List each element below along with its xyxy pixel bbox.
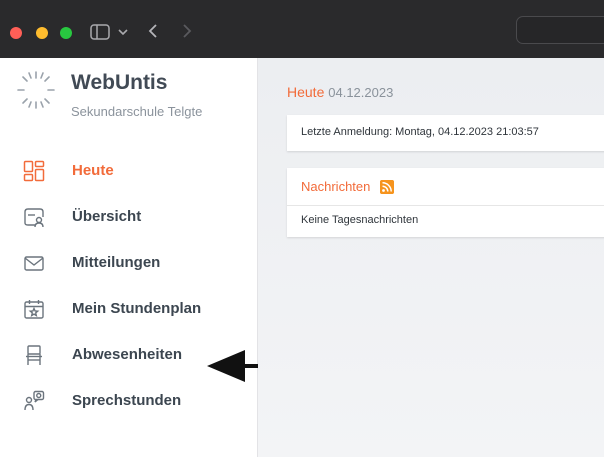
sidebar-item-sprechstunden[interactable]: Sprechstunden — [0, 384, 257, 418]
news-empty-text: Keine Tagesnachrichten — [301, 214, 419, 226]
envelope-icon — [24, 256, 44, 271]
sidebar-item-label: Abwesenheiten — [72, 346, 183, 363]
sidebar-toggle-icon[interactable] — [90, 24, 110, 40]
sidebar-item-ubersicht[interactable]: Übersicht — [0, 200, 257, 234]
main-content: Heute 04.12.2023 Letzte Anmeldung: Monta… — [258, 58, 604, 457]
page-title-label: Heute — [287, 84, 325, 100]
chair-icon — [26, 345, 42, 365]
sidebar-item-label: Übersicht — [72, 208, 142, 225]
close-window-button[interactable] — [10, 27, 22, 39]
page-title: Heute 04.12.2023 — [287, 84, 393, 100]
window-titlebar — [0, 0, 604, 58]
chevron-down-icon[interactable] — [118, 28, 128, 36]
last-login-card: Letzte Anmeldung: Montag, 04.12.2023 21:… — [287, 115, 604, 151]
calendar-star-icon — [24, 300, 44, 319]
zoom-window-button[interactable] — [60, 27, 72, 39]
news-card: Nachrichten Keine Tagesnachrichten — [287, 168, 604, 237]
news-title[interactable]: Nachrichten — [301, 179, 370, 194]
sidebar-item-heute[interactable]: Heute — [0, 154, 257, 188]
profile-card-icon — [24, 208, 44, 228]
sidebar: WebUntis Sekundarschule Telgte Heute Übe… — [0, 58, 321, 457]
last-login-text: Letzte Anmeldung: Montag, 04.12.2023 21:… — [301, 126, 539, 138]
rss-icon[interactable] — [380, 180, 394, 194]
sidebar-item-label: Mein Stundenplan — [72, 300, 202, 317]
minimize-window-button[interactable] — [36, 27, 48, 39]
page-date: 04.12.2023 — [328, 85, 394, 100]
forward-icon[interactable] — [182, 23, 192, 39]
sidebar-item-label: Heute — [72, 162, 114, 179]
dashboard-icon — [23, 160, 45, 182]
address-bar[interactable] — [516, 16, 604, 44]
school-name: Sekundarschule Telgte — [71, 104, 203, 119]
sidebar-item-label: Sprechstunden — [72, 392, 182, 409]
back-icon[interactable] — [148, 23, 158, 39]
sidebar-item-mein-stundenplan[interactable]: Mein Stundenplan — [0, 292, 257, 326]
divider — [287, 205, 604, 206]
sidebar-item-mitteilungen[interactable]: Mitteilungen — [0, 246, 257, 280]
people-chat-icon — [24, 390, 45, 411]
sidebar-item-label: Mitteilungen — [72, 254, 161, 271]
brand-name: WebUntis — [71, 71, 168, 94]
webuntis-logo-icon — [17, 71, 55, 109]
